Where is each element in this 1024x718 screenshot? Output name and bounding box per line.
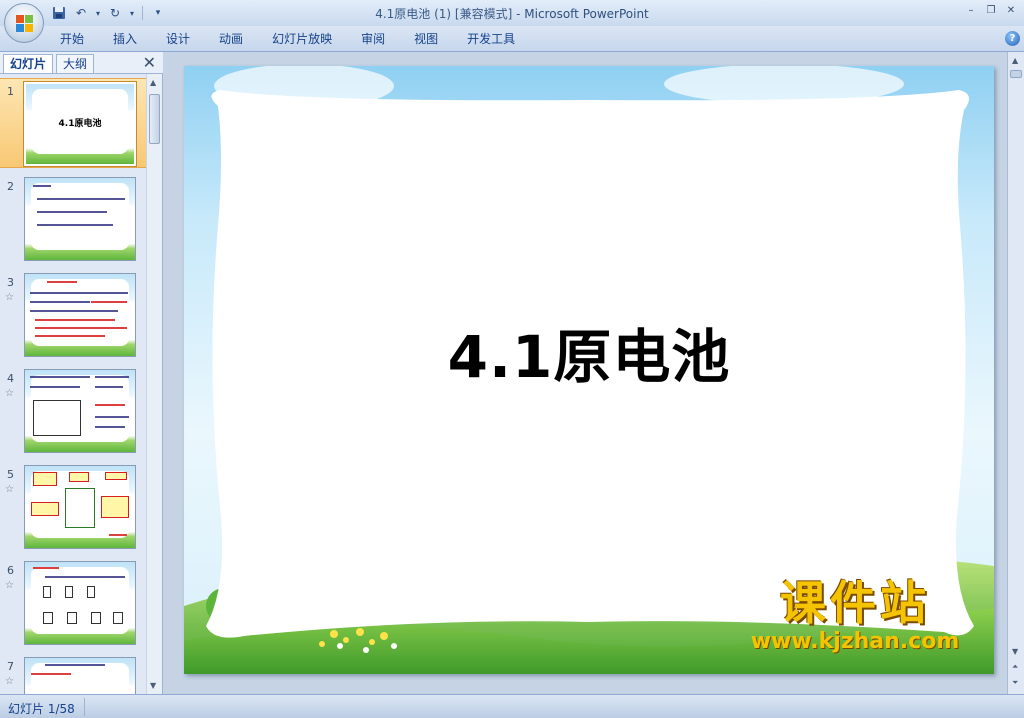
watermark-brand: 课件站 [780, 576, 930, 630]
tab-review[interactable]: 审阅 [349, 30, 397, 48]
restore-icon[interactable]: ❐ [982, 2, 1000, 18]
tab-home[interactable]: 开始 [48, 30, 96, 48]
slide-thumbnail-6[interactable]: 6 ☆ [0, 558, 146, 648]
office-button[interactable] [4, 3, 44, 43]
previous-slide-icon[interactable]: ⏶ [1012, 662, 1018, 672]
slide-preview-title: 4.1原电池 [58, 119, 102, 129]
slides-pane: 幻灯片 大纲 ✕ 1 4.1原电池 2 3 ☆ 4 ☆ 5 ☆ 6 ☆ 7 ☆ … [0, 52, 163, 694]
minimize-icon[interactable]: – [962, 2, 980, 18]
slide-thumbnail-2[interactable]: 2 [0, 174, 146, 264]
slide-preview [24, 657, 136, 694]
tab-outline[interactable]: 大纲 [56, 54, 95, 73]
scroll-thumb[interactable] [1010, 70, 1022, 78]
slide-thumbnail-1[interactable]: 1 4.1原电池 [0, 78, 146, 168]
slide-thumbnail-3[interactable]: 3 ☆ [0, 270, 146, 360]
slide-thumbnail-4[interactable]: 4 ☆ [0, 366, 146, 456]
slide-preview: 4.1原电池 [23, 81, 137, 167]
title-bar: ↶ ▾ ↻ ▾ ▾ 4.1原电池 (1) [兼容模式] - Microsoft … [0, 0, 1024, 26]
scroll-down-icon[interactable]: ▼ [1012, 647, 1018, 656]
app-name: Microsoft PowerPoint [524, 7, 649, 21]
tab-animations[interactable]: 动画 [207, 30, 255, 48]
ribbon: 开始 插入 设计 动画 幻灯片放映 审阅 视图 开发工具 ? [0, 26, 1024, 52]
slide-thumbnail-7[interactable]: 7 ☆ [0, 654, 146, 694]
window-controls: – ❐ ✕ [962, 2, 1020, 18]
pane-tabs: 幻灯片 大纲 ✕ [0, 52, 163, 74]
status-separator [84, 698, 85, 716]
slide-preview [24, 561, 136, 645]
slide-preview [24, 273, 136, 357]
next-slide-icon[interactable]: ⏷ [1012, 678, 1018, 688]
slide-number: 4 [7, 372, 14, 385]
slide-counter: 幻灯片 1/58 [8, 702, 75, 716]
help-icon[interactable]: ? [1005, 31, 1020, 46]
scroll-up-icon[interactable]: ▲ [150, 78, 156, 87]
slide-thumbnail-5[interactable]: 5 ☆ [0, 462, 146, 552]
office-logo-icon [16, 15, 34, 33]
slide-editor: 4.1原电池 课件站 www.kjzhan.com ▲ ▼ ⏶ ⏷ [164, 52, 1024, 694]
status-bar: 幻灯片 1/58 [0, 694, 1024, 718]
slide-number: 7 [7, 660, 14, 673]
slide-number: 2 [7, 180, 14, 193]
slide-preview [24, 465, 136, 549]
scroll-thumb[interactable] [149, 94, 160, 144]
slide-number: 3 [7, 276, 14, 289]
animation-icon: ☆ [5, 292, 14, 303]
watermark-url: www.kjzhan.com [750, 629, 960, 654]
slide-preview [24, 369, 136, 453]
animation-icon: ☆ [5, 676, 14, 687]
slide-number: 6 [7, 564, 14, 577]
slide-title[interactable]: 4.1原电池 [184, 310, 994, 394]
slide-number: 1 [7, 85, 14, 98]
tab-view[interactable]: 视图 [402, 30, 450, 48]
animation-icon: ☆ [5, 484, 14, 495]
slide-preview [24, 177, 136, 261]
editor-scrollbar[interactable]: ▲ ▼ ⏶ ⏷ [1007, 52, 1024, 694]
animation-icon: ☆ [5, 388, 14, 399]
tab-slides[interactable]: 幻灯片 [3, 54, 54, 73]
thumbnail-scrollbar[interactable]: ▲ ▼ [146, 74, 162, 694]
title-separator: - [512, 7, 525, 21]
document-title: 4.1原电池 (1) [兼容模式] [375, 7, 513, 21]
close-icon[interactable]: ✕ [1002, 2, 1020, 18]
scroll-up-icon[interactable]: ▲ [1012, 56, 1018, 65]
thumbnail-list: 1 4.1原电池 2 3 ☆ 4 ☆ 5 ☆ 6 ☆ 7 ☆ [0, 74, 146, 694]
slide-number: 5 [7, 468, 14, 481]
window-title: 4.1原电池 (1) [兼容模式] - Microsoft PowerPoint [0, 5, 1024, 22]
tab-developer[interactable]: 开发工具 [455, 30, 527, 48]
ribbon-tabs: 开始 插入 设计 动画 幻灯片放映 审阅 视图 开发工具 [48, 30, 532, 48]
tab-design[interactable]: 设计 [154, 30, 202, 48]
close-pane-icon[interactable]: ✕ [143, 53, 156, 72]
slide-canvas[interactable]: 4.1原电池 课件站 www.kjzhan.com [184, 66, 994, 674]
tab-insert[interactable]: 插入 [101, 30, 149, 48]
scroll-down-icon[interactable]: ▼ [150, 681, 156, 690]
watermark: 课件站 www.kjzhan.com [740, 577, 970, 654]
animation-icon: ☆ [5, 580, 14, 591]
tab-slide-show[interactable]: 幻灯片放映 [260, 30, 344, 48]
